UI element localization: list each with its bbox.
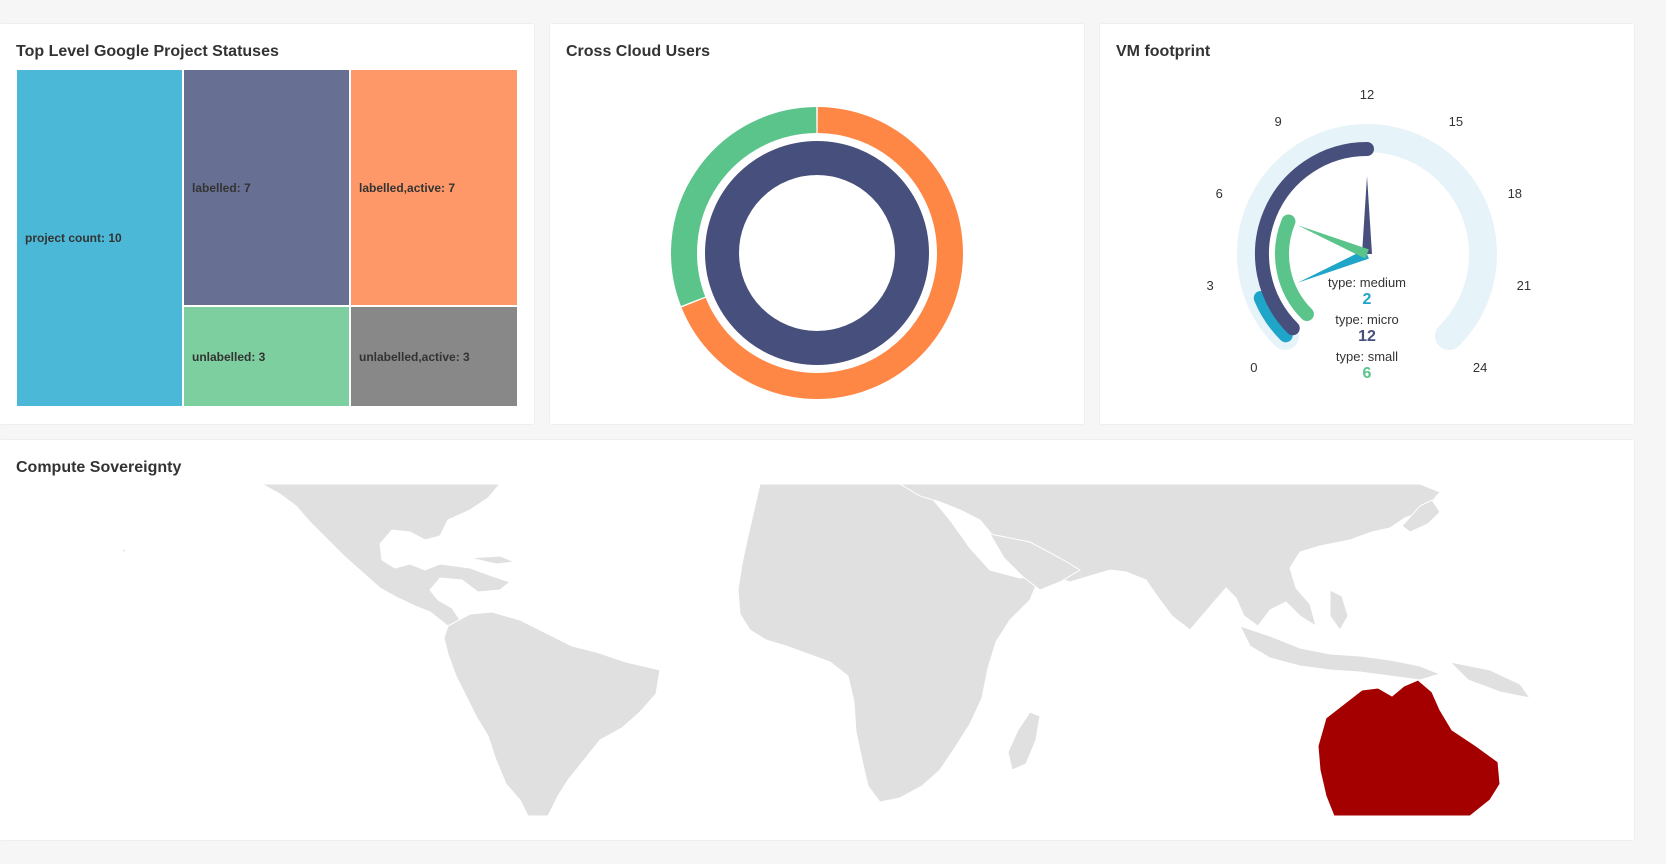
treemap-cell-label: labelled,active: 7 (359, 180, 456, 195)
treemap-chart: project count: 10 labelled: 7 labelled,a… (16, 69, 518, 407)
island-shape[interactable] (121, 546, 127, 555)
gauge-readout-value: 6 (1363, 365, 1372, 382)
gauge-tick-label: 21 (1517, 278, 1531, 293)
gauge-tick-label: 3 (1206, 278, 1213, 293)
madagascar-shape[interactable] (1007, 711, 1041, 771)
australia-highlight[interactable] (1317, 679, 1501, 817)
map-land (121, 483, 1532, 817)
treemap-cell-unlabelled[interactable]: unlabelled: 3 (183, 306, 350, 407)
gauge-needle (1297, 225, 1369, 259)
south-america-shape[interactable] (443, 611, 661, 817)
gauge-readout-label: type: micro (1335, 312, 1399, 327)
gauge-tick-label: 24 (1473, 360, 1487, 375)
treemap-cell-labelled[interactable]: labelled: 7 (183, 69, 350, 306)
gauge-tick-label: 12 (1360, 87, 1374, 102)
treemap-cell-unlabelled-active[interactable]: unlabelled,active: 3 (350, 306, 518, 407)
treemap-cell-label: unlabelled,active: 3 (359, 349, 470, 364)
gauge-readout-label: type: medium (1328, 275, 1406, 290)
world-map (121, 483, 1532, 817)
treemap-cell-label: project count: 10 (25, 231, 122, 245)
gauge-readout-value: 2 (1363, 291, 1372, 308)
gauge-tick-label: 0 (1250, 360, 1257, 375)
gauge-tick-label: 9 (1274, 114, 1281, 129)
gauge-tick-label: 18 (1508, 186, 1522, 201)
donut-inner-ring[interactable] (705, 141, 929, 365)
indonesia-shape[interactable] (1239, 625, 1442, 681)
treemap-cell-label: unlabelled: 3 (192, 349, 266, 364)
gauge-series-arc[interactable] (1275, 214, 1314, 322)
philippines-shape[interactable] (1329, 589, 1349, 631)
donut-panel: Cross Cloud Users (550, 24, 1084, 424)
treemap-panel: Top Level Google Project Statuses projec… (0, 24, 534, 424)
treemap-cell-labelled-active[interactable]: labelled,active: 7 (350, 69, 518, 306)
north-america-shape[interactable] (260, 483, 512, 627)
gauge-tick-label: 6 (1216, 186, 1223, 201)
panel-title: Top Level Google Project Statuses (16, 43, 279, 60)
caribbean-shape[interactable] (469, 555, 516, 565)
gauge-needle (1362, 176, 1372, 254)
gauge-panel: VM footprint 0 3 6 9 12 15 18 21 24 type: medium 2… (1100, 24, 1634, 424)
donut-chart (671, 107, 963, 399)
map-panel: Compute Sovereignty (0, 440, 1634, 840)
treemap-cell-label: labelled: 7 (192, 180, 251, 195)
gauge-readout-value: 12 (1358, 328, 1376, 345)
new-guinea-shape[interactable] (1448, 661, 1532, 699)
gauge-readout-label: type: small (1336, 349, 1398, 364)
treemap-cell-project-count[interactable]: project count: 10 (16, 69, 183, 407)
gauge-chart: 03691215182124type: medium2type: micro12… (1206, 87, 1531, 382)
gauge-tick-label: 15 (1449, 114, 1463, 129)
